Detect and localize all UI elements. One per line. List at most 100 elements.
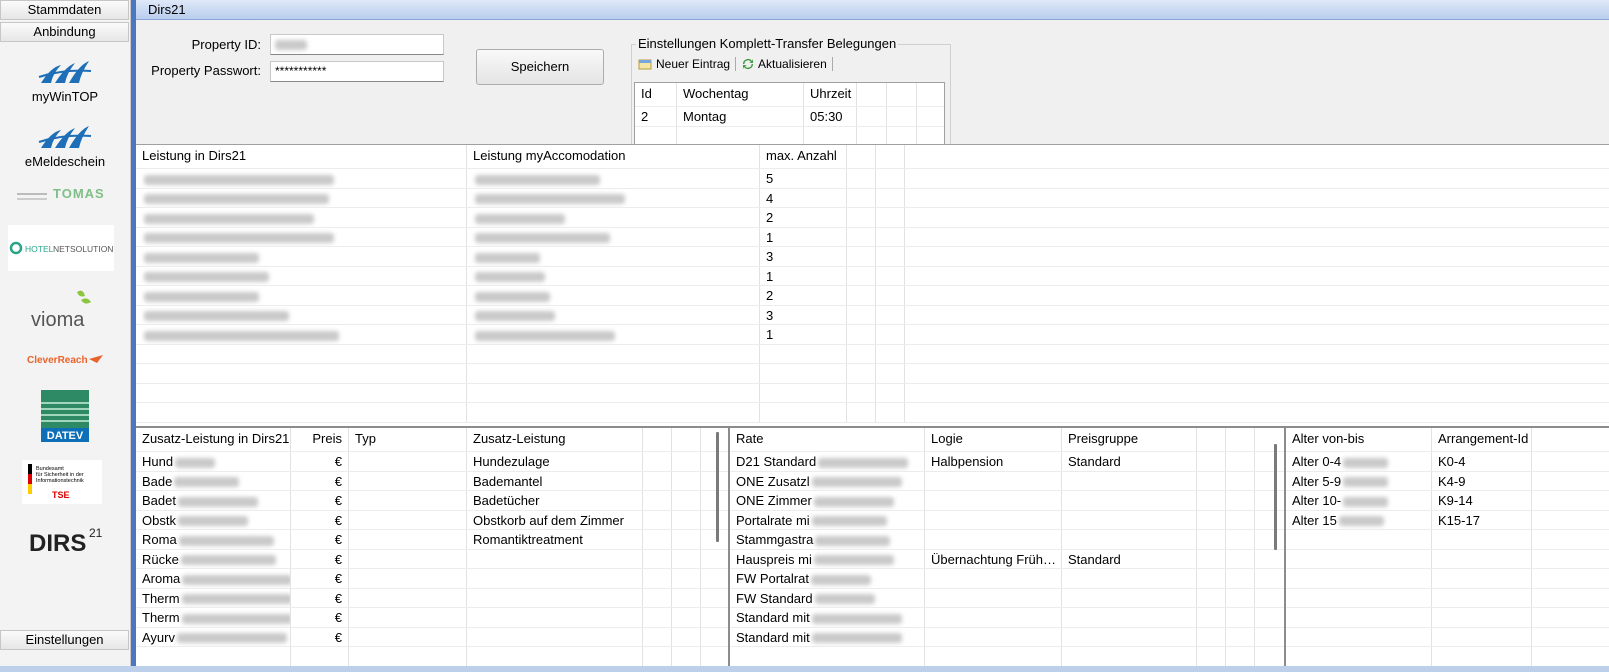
cell xyxy=(1197,452,1226,471)
table-row[interactable]: 1 xyxy=(136,227,1609,247)
table-row[interactable]: 3 xyxy=(136,247,1609,267)
table-row[interactable]: Aroma € xyxy=(136,569,728,589)
column-header-id[interactable]: Id xyxy=(635,83,677,106)
redacted-text xyxy=(144,194,329,205)
table-row[interactable]: 1 xyxy=(136,325,1609,345)
scrollbar-thumb[interactable] xyxy=(1274,444,1277,550)
table-row[interactable] xyxy=(136,647,728,667)
einstellungen-button[interactable]: Einstellungen xyxy=(0,630,129,650)
sidebar-item-bsi-tse[interactable]: Bundesamt für Sicherheit in der Informat… xyxy=(22,460,102,504)
column-header-wochentag[interactable]: Wochentag xyxy=(677,83,804,106)
table-row[interactable]: Standard mit xyxy=(730,608,1284,628)
property-id-input[interactable] xyxy=(270,34,444,55)
sidebar-item-cleverreach[interactable]: CleverReach xyxy=(4,348,126,370)
table-row[interactable]: Rücke € xyxy=(136,549,728,569)
cell xyxy=(136,208,467,227)
password-input[interactable]: *********** xyxy=(270,61,444,82)
cell-text: Obstk xyxy=(142,512,176,528)
table-row[interactable] xyxy=(1286,608,1609,628)
sidebar: Stammdaten Anbindung myWinTOP eMeldesche… xyxy=(0,0,131,672)
sidebar-item-vioma[interactable]: vioma xyxy=(4,288,126,332)
table-row[interactable]: FW Standard xyxy=(730,588,1284,608)
table-row[interactable] xyxy=(136,403,1609,423)
table-row[interactable]: ONE Zimmer xyxy=(730,491,1284,511)
table-row[interactable]: 2 Montag 05:30 xyxy=(635,107,944,127)
sidebar-item-mywintop[interactable]: myWinTOP xyxy=(4,52,126,108)
column-header-zusatz-dirs21[interactable]: Zusatz-Leistung in Dirs21 xyxy=(136,428,291,451)
cell xyxy=(672,608,701,627)
table-row[interactable]: Alter 15 K15-17 xyxy=(1286,510,1609,530)
table-row[interactable]: Stammgastra xyxy=(730,530,1284,550)
table-row[interactable] xyxy=(1286,627,1609,647)
redacted-text xyxy=(811,477,902,488)
cell: ONE Zimmer xyxy=(730,491,925,510)
stammdaten-button[interactable]: Stammdaten xyxy=(0,0,129,20)
table-row[interactable]: Alter 5-9 K4-9 xyxy=(1286,471,1609,491)
table-row[interactable]: 2 xyxy=(136,286,1609,306)
table-row[interactable]: Obstk € Obstkorb auf dem Zimmer xyxy=(136,510,728,530)
table-row[interactable] xyxy=(136,383,1609,403)
table-row[interactable]: Alter 10- K9-14 xyxy=(1286,491,1609,511)
table-row[interactable]: Badet € Badetücher xyxy=(136,491,728,511)
table-row[interactable]: Hauspreis mi Übernachtung Früh… Standard xyxy=(730,549,1284,569)
column-header-typ[interactable]: Typ xyxy=(349,428,467,451)
cell xyxy=(136,364,467,383)
anbindung-button[interactable]: Anbindung xyxy=(0,22,129,42)
cell-text: Halbpension xyxy=(931,454,1004,469)
cell: € xyxy=(291,530,349,549)
table-row[interactable]: Therm € xyxy=(136,588,728,608)
table-row[interactable]: Standard mit xyxy=(730,627,1284,647)
new-entry-button[interactable]: Neuer Eintrag xyxy=(633,54,735,74)
table-row[interactable]: 4 xyxy=(136,188,1609,208)
table-row[interactable]: 1 xyxy=(136,266,1609,286)
table-row[interactable] xyxy=(1286,530,1609,550)
table-row[interactable]: Alter 0-4 K0-4 xyxy=(1286,452,1609,472)
svg-text:HOTEL: HOTEL xyxy=(25,244,54,254)
table-row[interactable] xyxy=(136,364,1609,384)
column-header-alter[interactable]: Alter von-bis xyxy=(1286,428,1432,451)
column-header-preis[interactable]: Preis xyxy=(291,428,349,451)
column-header-max-anzahl[interactable]: max. Anzahl xyxy=(760,145,847,168)
table-row[interactable]: Portalrate mi xyxy=(730,510,1284,530)
cell-text: 1 xyxy=(766,268,774,284)
column-header-logie[interactable]: Logie xyxy=(925,428,1062,451)
table-row[interactable] xyxy=(1286,549,1609,569)
hotelnetsolutions-logo-icon: HOTEL NETSOLUTIONS xyxy=(9,241,114,255)
table-row[interactable]: Roma € Romantiktreatment xyxy=(136,530,728,550)
save-button[interactable]: Speichern xyxy=(476,49,604,85)
column-header-zusatz-leistung[interactable]: Zusatz-Leistung xyxy=(467,428,643,451)
sidebar-item-tomas[interactable]: TOMAS xyxy=(4,184,126,208)
table-row[interactable]: 2 xyxy=(136,208,1609,228)
table-row[interactable] xyxy=(136,344,1609,364)
table-row[interactable]: ONE Zusatzl xyxy=(730,471,1284,491)
table-row[interactable]: 3 xyxy=(136,305,1609,325)
scrollbar-thumb[interactable] xyxy=(716,432,719,542)
cell: Romantiktreatment xyxy=(467,530,643,549)
column-header-uhrzeit[interactable]: Uhrzeit xyxy=(804,83,857,106)
cell xyxy=(1226,510,1255,529)
table-row[interactable]: FW Portalrat xyxy=(730,569,1284,589)
table-row[interactable]: Therm € xyxy=(136,608,728,628)
refresh-button[interactable]: Aktualisieren xyxy=(736,54,832,74)
sidebar-item-datev[interactable]: DATEV xyxy=(4,390,126,442)
table-row[interactable]: Bade € Bademantel xyxy=(136,471,728,491)
table-row[interactable]: Ayurv € xyxy=(136,627,728,647)
sidebar-item-dirs21[interactable]: DIRS 21 xyxy=(4,522,126,558)
table-row[interactable]: 5 xyxy=(136,169,1609,189)
table-row[interactable]: Hund € Hundezulage xyxy=(136,452,728,472)
table-row[interactable] xyxy=(1286,588,1609,608)
column-header-leistung-dirs21[interactable]: Leistung in Dirs21 xyxy=(136,145,467,168)
table-row[interactable] xyxy=(730,647,1284,667)
table-header: Zusatz-Leistung in Dirs21 Preis Typ Zusa… xyxy=(136,428,728,452)
table-row[interactable] xyxy=(1286,647,1609,667)
cell: Hund xyxy=(136,452,291,471)
table-row[interactable]: D21 Standard Halbpension Standard xyxy=(730,452,1284,472)
tomas-logo-icon: TOMAS xyxy=(17,186,104,201)
column-header-preisgruppe[interactable]: Preisgruppe xyxy=(1062,428,1197,451)
column-header-leistung-myaccomodation[interactable]: Leistung myAccomodation xyxy=(467,145,760,168)
sidebar-item-hotelnetsolutions[interactable]: HOTEL NETSOLUTIONS xyxy=(8,225,114,271)
sidebar-item-emeldeschein[interactable]: eMeldeschein xyxy=(4,117,126,173)
table-row[interactable] xyxy=(1286,569,1609,589)
column-header-arrangement-id[interactable]: Arrangement-Id xyxy=(1432,428,1532,451)
column-header-rate[interactable]: Rate xyxy=(730,428,925,451)
